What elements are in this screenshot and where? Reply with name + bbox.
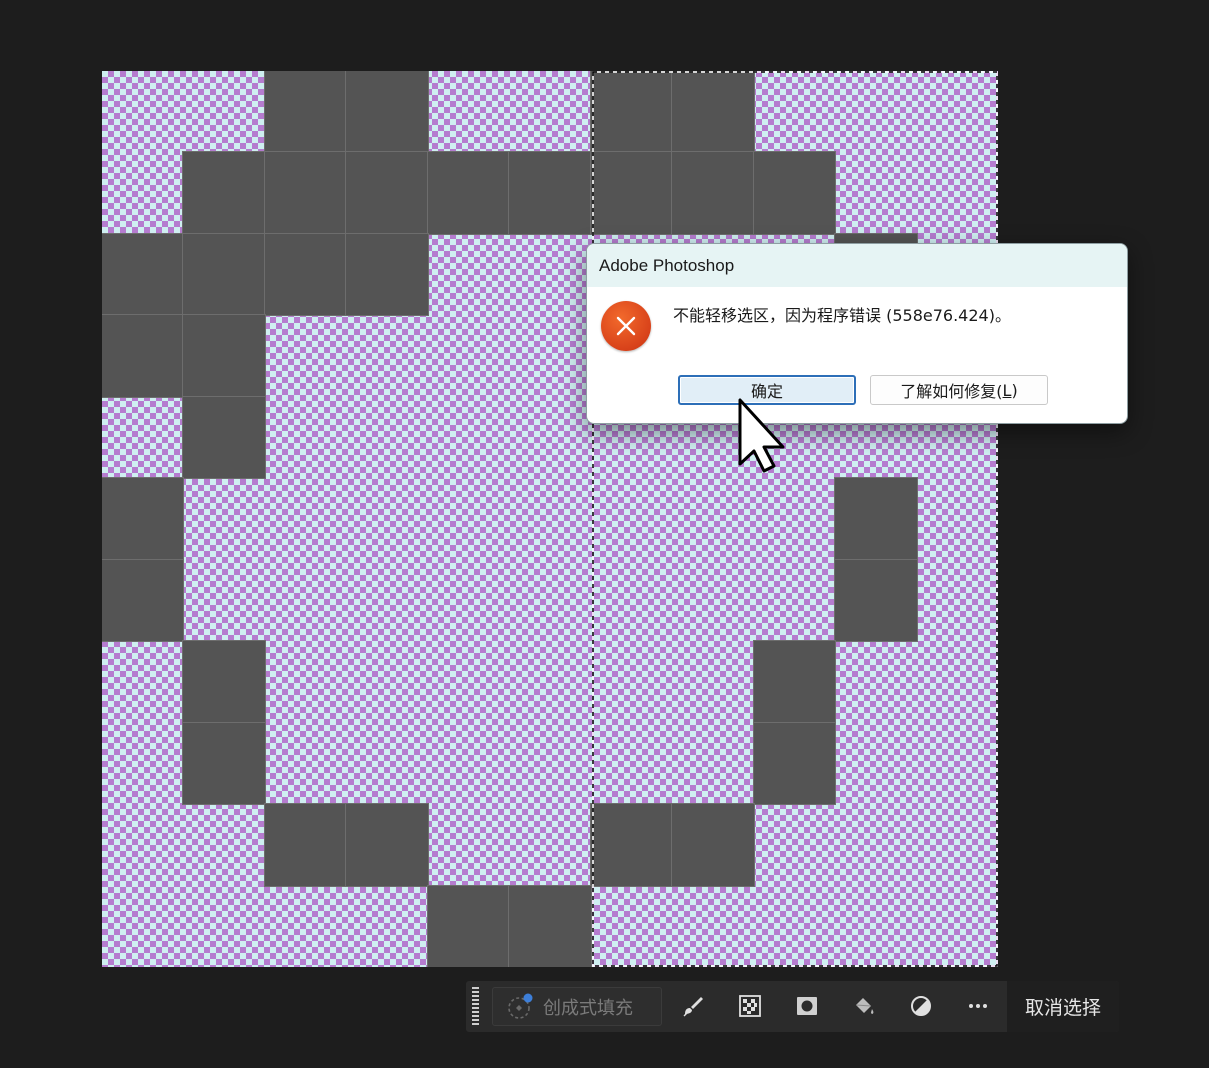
filled-pixel [671, 803, 755, 887]
filled-pixel [834, 558, 918, 643]
filled-pixel [589, 151, 674, 235]
deselect-label: 取消选择 [1024, 997, 1101, 1019]
error-message: 不能轻移选区，因为程序错误 (558e76.424)。 [673, 306, 1011, 325]
document-canvas[interactable] [102, 71, 998, 967]
dialog-body: 不能轻移选区，因为程序错误 (558e76.424)。 确定 了解如何修复(L) [587, 287, 1127, 422]
error-dialog: Adobe Photoshop 不能轻移选区，因为程序错误 (558e76.42… [586, 243, 1128, 424]
mask-checker-icon[interactable] [735, 991, 765, 1021]
filled-pixel [752, 640, 837, 724]
filled-pixel [834, 477, 918, 561]
filled-pixel [426, 151, 511, 235]
drag-handle[interactable] [472, 987, 479, 1026]
learn-button-suffix: ) [1011, 380, 1018, 400]
filled-pixel [182, 151, 266, 235]
filled-pixel [182, 314, 266, 398]
filled-pixel [345, 71, 429, 154]
filled-pixel [182, 640, 266, 724]
filled-pixel [182, 395, 266, 480]
pixel-grid [102, 71, 998, 967]
filled-pixel [752, 721, 837, 806]
more-icon[interactable] [963, 991, 993, 1021]
filled-pixel [182, 721, 266, 806]
filled-pixel [263, 803, 348, 887]
fill-bucket-icon[interactable] [849, 991, 879, 1021]
learn-button-mnemonic: L [1002, 380, 1012, 400]
dialog-titlebar[interactable]: Adobe Photoshop [587, 244, 1127, 287]
generative-fill-label: 创成式填充 [543, 997, 633, 1019]
ok-button[interactable]: 确定 [678, 375, 856, 405]
photoshop-workspace: Adobe Photoshop 不能轻移选区，因为程序错误 (558e76.42… [0, 0, 1209, 1068]
filled-pixel [102, 232, 185, 317]
deselect-button[interactable]: 取消选择 [1007, 981, 1119, 1032]
filled-pixel [182, 232, 266, 317]
error-icon [601, 301, 651, 351]
filled-pixel [345, 803, 429, 887]
dialog-title: Adobe Photoshop [599, 255, 735, 275]
filled-pixel [263, 151, 348, 235]
generative-fill-button[interactable]: 创成式填充 [492, 987, 662, 1026]
mask-icon[interactable] [792, 991, 822, 1021]
learn-button-label: 了解如何修复( [900, 382, 1003, 401]
filled-pixel [345, 151, 429, 235]
filled-pixel [589, 803, 674, 887]
filled-pixel [589, 71, 674, 154]
filled-pixel [752, 151, 837, 235]
brush-icon[interactable] [678, 991, 708, 1021]
filled-pixel [671, 151, 755, 235]
filled-pixel [345, 232, 429, 317]
filled-pixel [263, 71, 348, 154]
filled-pixel [508, 151, 592, 235]
filled-pixel [426, 884, 511, 967]
generative-fill-icon [505, 992, 535, 1022]
learn-how-to-fix-button[interactable]: 了解如何修复(L) [870, 375, 1048, 405]
filled-pixel [508, 884, 592, 967]
filled-pixel [102, 314, 185, 398]
adjustment-icon[interactable] [906, 991, 936, 1021]
filled-pixel [263, 232, 348, 317]
filled-pixel [671, 71, 755, 154]
filled-pixel [102, 558, 185, 643]
contextual-task-bar: 创成式填充 取消选择 [466, 981, 1119, 1032]
filled-pixel [102, 477, 185, 561]
